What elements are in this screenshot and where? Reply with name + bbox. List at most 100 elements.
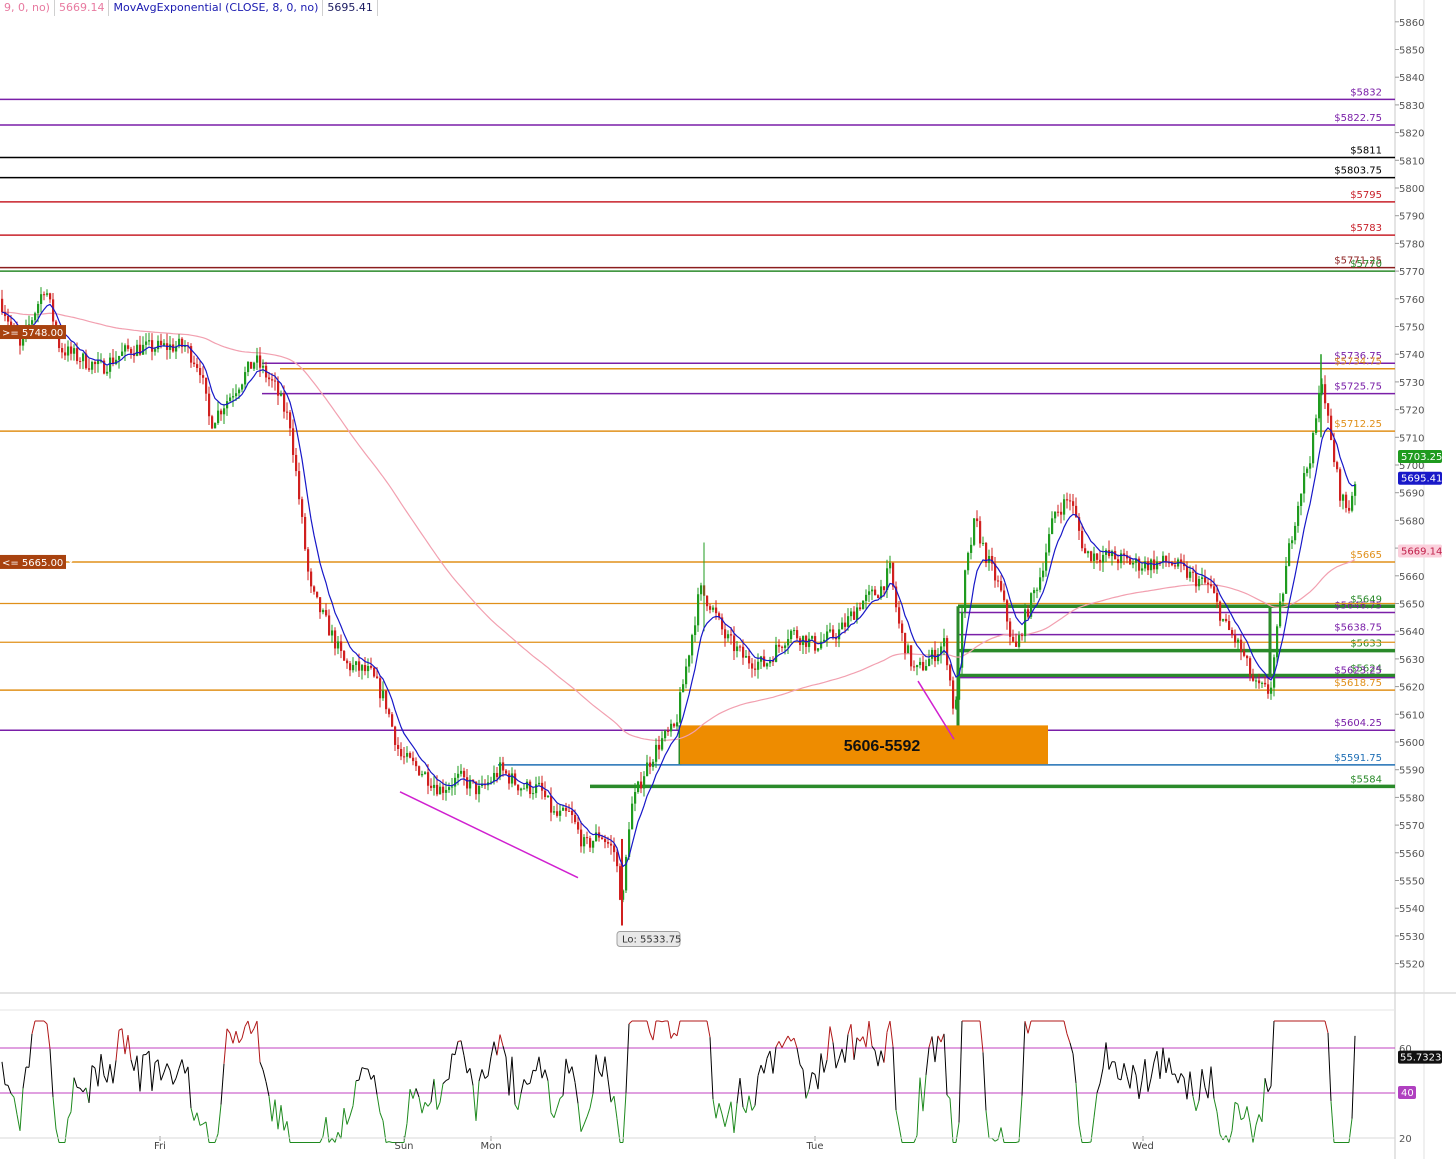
- candle-body: [1084, 548, 1087, 554]
- candle-body: [1186, 566, 1189, 578]
- candle-body: [883, 586, 886, 591]
- rsi-segment: [649, 1032, 654, 1041]
- candle-body: [271, 379, 274, 381]
- rsi-segment: [148, 1051, 153, 1091]
- candle-body: [604, 839, 607, 843]
- level-label: $5638.75: [1334, 623, 1382, 634]
- candle-body: [289, 412, 292, 429]
- candle-body: [952, 680, 955, 709]
- candle-body: [1108, 550, 1111, 557]
- price-chart[interactable]: $5832 $5822.75 $5811 $5803.75 $5795 $5783 $577…: [0, 0, 1456, 1159]
- candle-body: [127, 345, 130, 349]
- candle-body: [328, 615, 331, 636]
- candle-body: [862, 600, 865, 610]
- rsi-segment: [856, 1037, 861, 1042]
- level-label: $5665: [1350, 550, 1382, 561]
- rsi-segment: [727, 1101, 732, 1115]
- rsi-segment: [232, 1031, 237, 1044]
- rsi-segment: [346, 1115, 351, 1125]
- candle-body: [70, 346, 73, 354]
- candle-body: [1018, 635, 1021, 647]
- level-label: $5770: [1350, 259, 1382, 270]
- level-label: $5633: [1350, 639, 1382, 650]
- chart-grid: [0, 0, 1456, 1159]
- candle-body: [928, 658, 931, 667]
- rsi-segment: [814, 1074, 819, 1090]
- rsi-segment: [523, 1079, 528, 1085]
- rsi-segment: [559, 1095, 564, 1099]
- candle-body: [901, 623, 904, 633]
- rsi-segment: [1201, 1069, 1206, 1088]
- candle-body: [1027, 609, 1030, 617]
- rsi-segment: [1063, 1020, 1068, 1034]
- rsi-segment: [877, 1050, 882, 1067]
- rsi-segment: [19, 1088, 24, 1131]
- rsi-segment: [985, 1110, 990, 1139]
- rsi-segment: [361, 1067, 366, 1070]
- rsi-segment: [646, 1020, 651, 1034]
- candle-body: [118, 355, 121, 360]
- rsi-segment: [52, 1096, 57, 1130]
- candle-body: [1174, 565, 1177, 567]
- price-tick-label: 5720: [1399, 406, 1424, 417]
- rsi-segment: [130, 1059, 135, 1071]
- rsi-segment: [103, 1075, 108, 1083]
- rsi-segment: [886, 1020, 891, 1033]
- candle-body: [163, 343, 166, 346]
- level-label: $5795: [1350, 190, 1382, 201]
- rsi-segment: [271, 1099, 276, 1122]
- candle-body: [1105, 550, 1108, 555]
- rsi-segment: [757, 1064, 762, 1076]
- support-zone: 5606-5592: [680, 725, 1048, 765]
- price-tick-label: 5840: [1399, 73, 1424, 84]
- candle-body: [1198, 578, 1201, 587]
- candle-body: [724, 629, 727, 639]
- candle-body: [49, 293, 52, 300]
- rsi-segment: [670, 1032, 675, 1039]
- rsi-segment: [751, 1105, 756, 1111]
- left-tags: >= 5748.00 ✕ <= 5665.00 ✕: [0, 325, 75, 569]
- candle-body: [1039, 577, 1042, 590]
- candle-body: [322, 610, 325, 613]
- rsi-segment: [1138, 1080, 1143, 1099]
- rsi-segment: [268, 1096, 273, 1122]
- rsi-segment: [853, 1037, 858, 1060]
- rsi-segment: [277, 1105, 282, 1130]
- rsi-segment: [586, 1108, 591, 1118]
- rsi-segment: [820, 1053, 825, 1073]
- candle-body: [592, 840, 595, 848]
- rsi-segment: [706, 1020, 711, 1038]
- rsi-segment: [745, 1095, 750, 1113]
- rsi-segment: [355, 1079, 360, 1082]
- candle-body: [1294, 525, 1297, 541]
- candle-body: [568, 810, 571, 812]
- rsi-segment: [781, 1041, 786, 1048]
- candle-body: [172, 344, 175, 352]
- candle-body: [1060, 511, 1063, 515]
- candle-body: [667, 730, 670, 732]
- rsi-segment: [85, 1087, 90, 1103]
- candle-body: [1057, 511, 1060, 513]
- rsi-segment: [736, 1078, 741, 1104]
- candle-body: [298, 471, 301, 500]
- rsi-segment: [835, 1058, 840, 1069]
- rsi-segment: [385, 1141, 390, 1143]
- candle-body: [646, 762, 649, 777]
- rsi-segment: [46, 1023, 51, 1049]
- rsi-segment: [265, 1081, 270, 1097]
- rsi-segment: [769, 1050, 774, 1074]
- rsi-segment: [154, 1059, 159, 1063]
- candle-body: [586, 837, 589, 839]
- level-label: $5623.25: [1334, 666, 1382, 677]
- candle-body: [304, 516, 307, 550]
- rsi-segment: [1183, 1077, 1188, 1100]
- rsi-segment: [1153, 1050, 1158, 1063]
- candle-body: [361, 665, 364, 671]
- rsi-segment: [160, 1072, 165, 1081]
- rsi-segment: [805, 1089, 810, 1099]
- candle-body: [403, 756, 406, 758]
- rsi-segment: [514, 1104, 519, 1110]
- time-label: Wed: [1132, 1141, 1154, 1152]
- candle-body: [844, 622, 847, 627]
- candle-body: [370, 665, 373, 668]
